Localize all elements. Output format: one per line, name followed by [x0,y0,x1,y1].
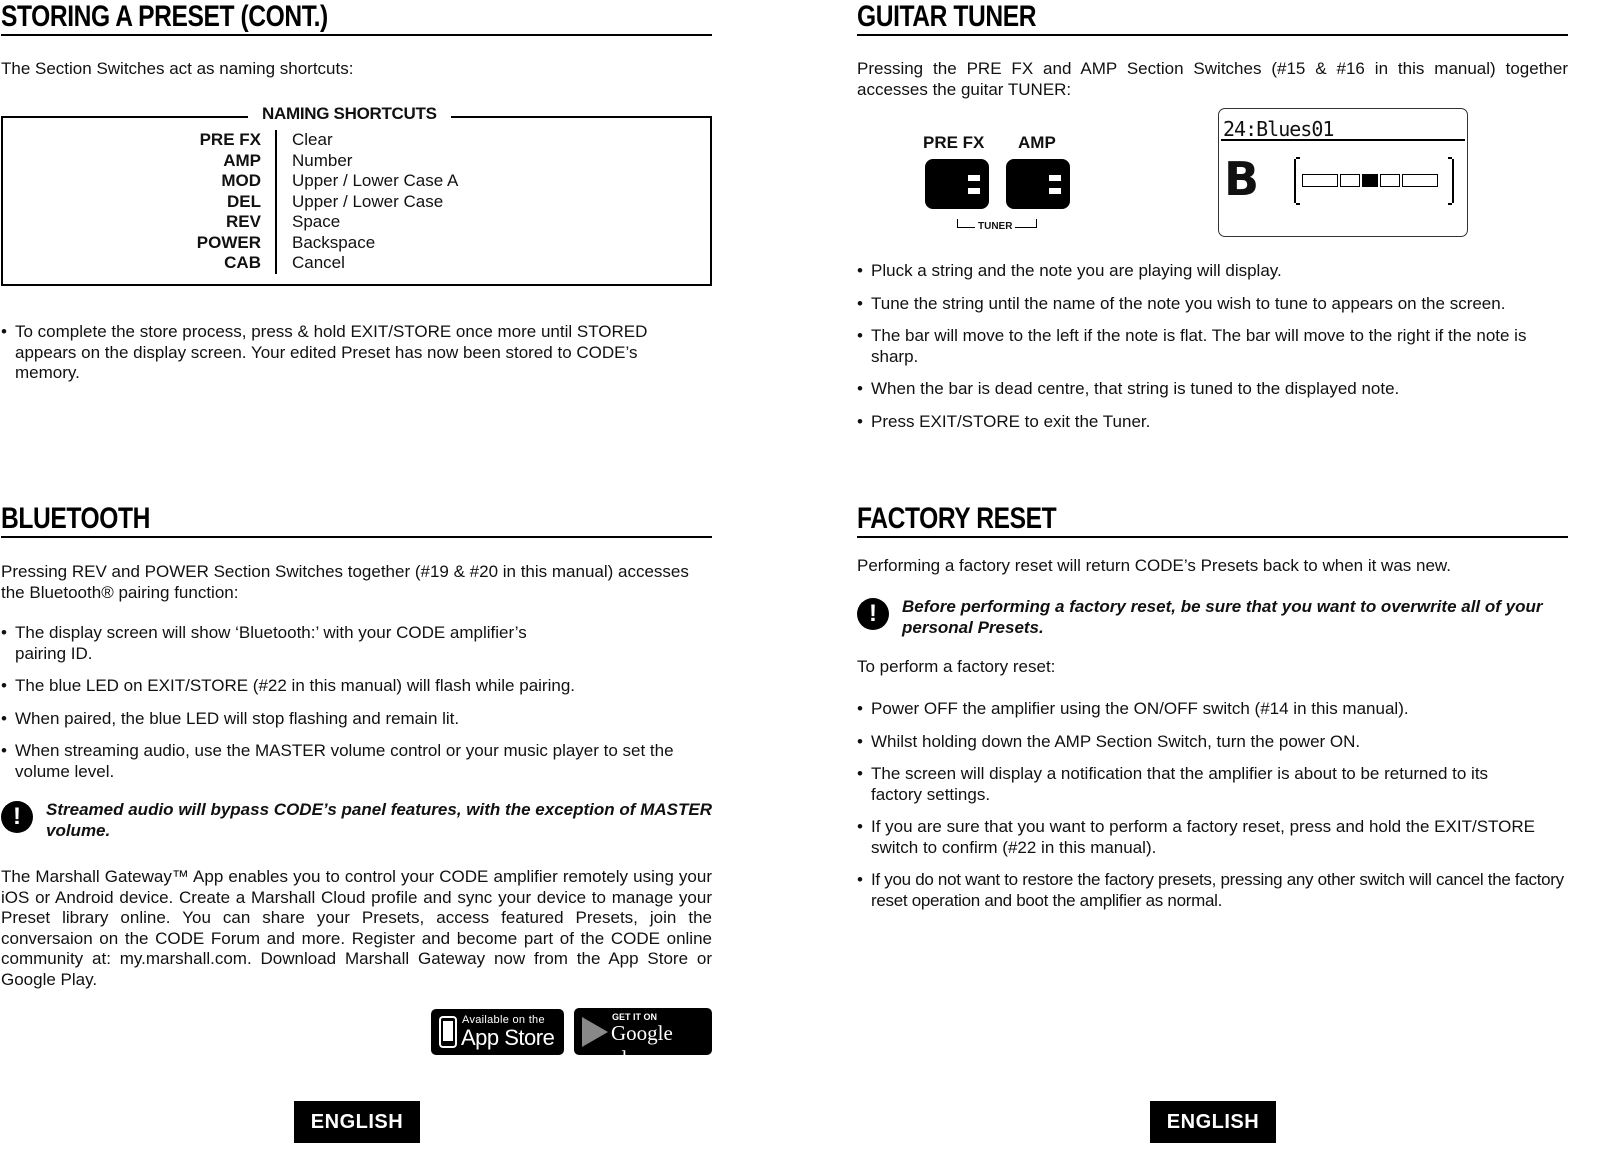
lcd-note: B [1224,152,1260,206]
warning-text: Streamed audio will bypass CODE’s panel … [46,800,712,840]
intro-text: Pressing REV and POWER Section Switches … [1,562,689,602]
intro-text: The Section Switches act as naming short… [1,59,354,78]
naming-shortcuts-table: PRE FX Clear AMP Number MOD Upper / Lower C… [150,130,458,274]
shortcut-row: CAB Cancel [150,253,458,274]
bullet-item: Pluck a string and the note you are play… [857,261,1568,282]
bullet-item: Tune the string until the name of the no… [857,294,1568,315]
bullet-item: When the bar is dead centre, that string… [857,379,1568,400]
amp-switch-label: AMP [1018,133,1056,152]
warning-text: Before performing a factory reset, be su… [902,597,1543,637]
reset-bullets: Power OFF the amplifier using the ON/OFF… [857,699,1568,923]
subintro-text: To perform a factory reset: [857,657,1056,676]
shortcut-key: MOD [150,171,277,192]
shortcut-key: PRE FX [150,130,277,151]
google-play-big: Google play [611,1021,673,1070]
section-title: FACTORY RESET [857,502,1057,535]
shortcut-value: Upper / Lower Case [292,191,444,211]
meter-segment [1340,174,1360,187]
shortcut-row: REV Space [150,212,458,233]
bluetooth-section: BLUETOOTH Pressing REV and POWER Section… [1,502,712,989]
shortcut-row: MOD Upper / Lower Case A [150,171,458,192]
meter-segments [1302,174,1438,187]
bullet-item: When streaming audio, use the MASTER vol… [1,741,712,782]
intro-text: Pressing the PRE FX and AMP Section Swit… [857,59,1568,99]
shortcut-key: POWER [150,232,277,253]
meter-segment-active [1362,174,1378,187]
meter-segment [1302,174,1338,187]
meter-segment [1402,174,1438,187]
section-title: STORING A PRESET (CONT.) [1,0,328,33]
bullet-item: The bar will move to the left if the not… [857,326,1568,367]
guitar-tuner-section: GUITAR TUNER Pressing the PRE FX and AMP… [857,0,1568,99]
google-play-badge[interactable]: GET IT ON Google play [574,1008,712,1070]
shortcut-value: Upper / Lower Case A [292,171,459,190]
prefx-switch-label: PRE FX [923,133,985,152]
shortcut-row: PRE FX Clear [150,130,458,151]
play-triangle-icon [582,1017,608,1047]
storing-bullets: To complete the store process, press & h… [1,322,681,396]
app-store-badge[interactable]: Available on the App Store [431,1009,564,1055]
app-store-big: App Store [461,1025,555,1050]
shortcut-value: Cancel [292,253,345,272]
title-rule [857,536,1568,538]
factory-reset-section: FACTORY RESET Performing a factory reset… [857,502,1568,910]
tuner-bracket-label: TUNER [975,221,1016,232]
exclamation-icon: ! [1,801,33,833]
naming-shortcuts-title: NAMING SHORTCUTS [248,104,451,124]
language-tab: ENGLISH [294,1101,420,1143]
bullet-item: The display screen will show ‘Bluetooth:… [1,623,581,664]
section-title: GUITAR TUNER [857,0,1037,33]
bluetooth-bullets: The display screen will show ‘Bluetooth:… [1,623,712,794]
exclamation-icon: ! [857,598,889,630]
shortcut-value: Backspace [292,232,376,252]
gateway-text: The Marshall Gateway™ App enables you to… [1,867,712,989]
bullet-item: The screen will display a notification t… [857,764,1537,805]
bullet-item: If you do not want to restore the factor… [857,870,1568,911]
bullet-item: When paired, the blue LED will stop flas… [1,709,712,730]
language-tab: ENGLISH [1150,1101,1276,1143]
tuner-lcd-display: 24:Blues01 B [1218,108,1468,237]
phone-icon [439,1016,457,1048]
meter-segment [1380,174,1400,187]
storing-preset-section: STORING A PRESET (CONT.) The Section Swi… [1,0,712,78]
shortcut-key: REV [150,212,277,233]
warning-note: ! Streamed audio will bypass CODE’s pane… [1,799,712,841]
intro-text: Performing a factory reset will return C… [857,556,1451,575]
prefx-switch [925,159,989,209]
shortcut-value: Space [292,212,341,231]
shortcut-key: DEL [150,191,277,212]
shortcut-row: DEL Upper / Lower Case [150,191,458,212]
bullet-item: The blue LED on EXIT/STORE (#22 in this … [1,676,712,697]
amp-switch [1006,159,1070,209]
bullet-item: Whilst holding down the AMP Section Swit… [857,732,1568,753]
lcd-preset-name: 24:Blues01 [1223,117,1334,141]
title-rule [1,536,712,538]
shortcut-value: Clear [292,130,333,149]
warning-note: ! Before performing a factory reset, be … [857,596,1568,638]
shortcut-row: AMP Number [150,150,458,171]
tuning-meter [1294,157,1454,205]
shortcut-key: CAB [150,253,277,274]
bullet-item: To complete the store process, press & h… [1,322,681,384]
shortcut-row: POWER Backspace [150,232,458,253]
title-rule [1,34,712,36]
shortcut-key: AMP [150,150,277,171]
bullet-item: Power OFF the amplifier using the ON/OFF… [857,699,1568,720]
section-title: BLUETOOTH [1,502,150,535]
title-rule [857,34,1568,36]
bullet-item: Press EXIT/STORE to exit the Tuner. [857,412,1568,433]
lcd-divider [1221,139,1465,141]
shortcut-value: Number [292,150,353,170]
bullet-item: If you are sure that you want to perform… [857,817,1568,858]
tuner-bullets: Pluck a string and the note you are play… [857,261,1568,444]
